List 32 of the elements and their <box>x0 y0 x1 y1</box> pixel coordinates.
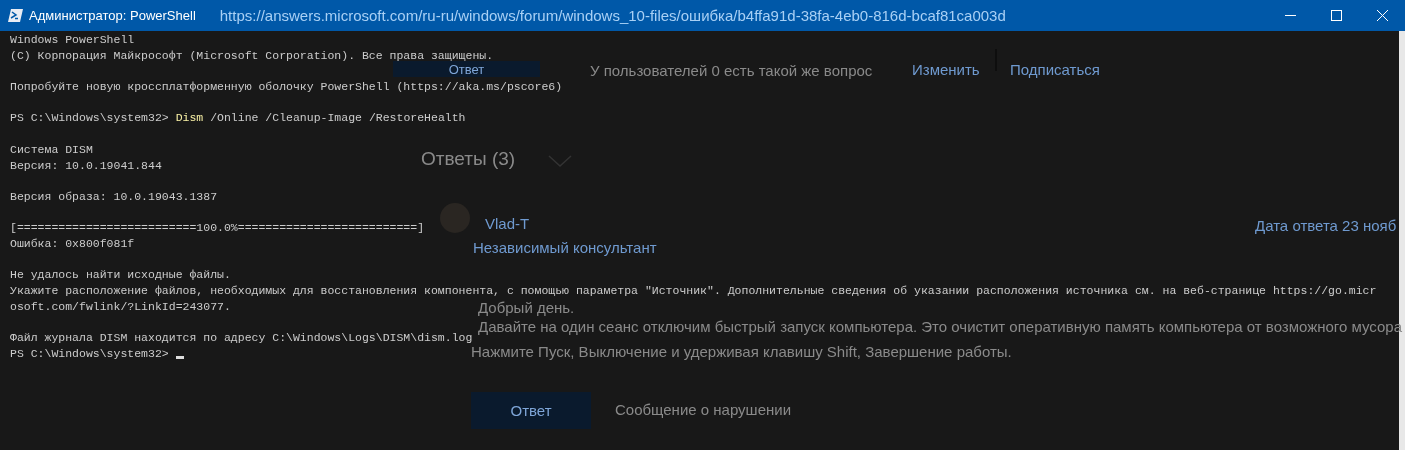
console-line: Версия: 10.0.19041.844 <box>10 157 162 174</box>
console-line: Система DISM <box>10 141 93 158</box>
subscribe-link[interactable]: Подписаться <box>1010 61 1100 78</box>
report-link[interactable]: Сообщение о нарушении <box>615 401 792 418</box>
console-line: Попробуйте новую кроссплатформенную оболочку PowerShell (https://aka.ms/pscore6) <box>10 79 563 95</box>
console-line: Версия образа: 10.0.19043.1387 <box>10 188 218 205</box>
console-line: (C) Корпорация Майкрософт (Microsoft Corporation). Все права защищены. <box>10 47 494 64</box>
console-line: [==========================100.0%==========================] <box>10 220 425 237</box>
reply-button[interactable]: Ответ <box>393 61 540 77</box>
console-line: Не удалось найти исходные файлы. <box>10 267 231 284</box>
console-line: osoft.com/fwlink/?LinkId=243077. <box>10 298 231 315</box>
address-text: https://answers.microsoft.com/ru-ru/windows/forum/windows_10-files/ошибка/b4ffa91d-38fa-4eb0-816d-bcaf81ca003d <box>219 7 1006 24</box>
console-prompt-line: PS C:\Windows\system32> <box>10 345 184 362</box>
console-line: Файл журнала DISM находится по адресу C:\Windows\Logs\DISM\dism.log <box>10 330 473 346</box>
close-icon <box>1376 10 1388 21</box>
console-prompt-line: PS C:\Windows\system32> Dism /Online /Cleanup-Image /RestoreHealth <box>10 110 466 127</box>
answer-paragraph: Нажмите Пуск, Выключение и удерживая клавишу Shift, Завершение работы. <box>471 343 1012 360</box>
console-line: Ошибка: 0x800f081f <box>10 236 135 252</box>
window-title: Администратор: PowerShell <box>29 8 196 23</box>
console-line: Windows PowerShell <box>10 32 135 48</box>
answers-heading: Ответы (3) <box>421 148 516 170</box>
answer-date: Дата ответа 23 нояб <box>1255 217 1397 234</box>
author-role: Независимый консультант <box>473 239 657 256</box>
console-line: Укажите расположение файлов, необходимых для восстановления компонента, с помощью параметра "Источник". Дополнительные сведения об указании расположения источника см. на веб-странице https://go.micr <box>10 283 1377 299</box>
same-question-text: У пользователей 0 есть такой же вопрос <box>590 62 873 79</box>
reply-button[interactable]: Ответ <box>471 392 591 429</box>
author-name[interactable]: Vlad-T <box>485 215 530 232</box>
chevron-icon[interactable] <box>548 155 572 168</box>
powershell-icon <box>8 9 23 22</box>
greeting-text: Добрый день. <box>478 299 575 316</box>
maximize-icon <box>1330 10 1342 21</box>
edit-link[interactable]: Изменить <box>912 61 980 78</box>
